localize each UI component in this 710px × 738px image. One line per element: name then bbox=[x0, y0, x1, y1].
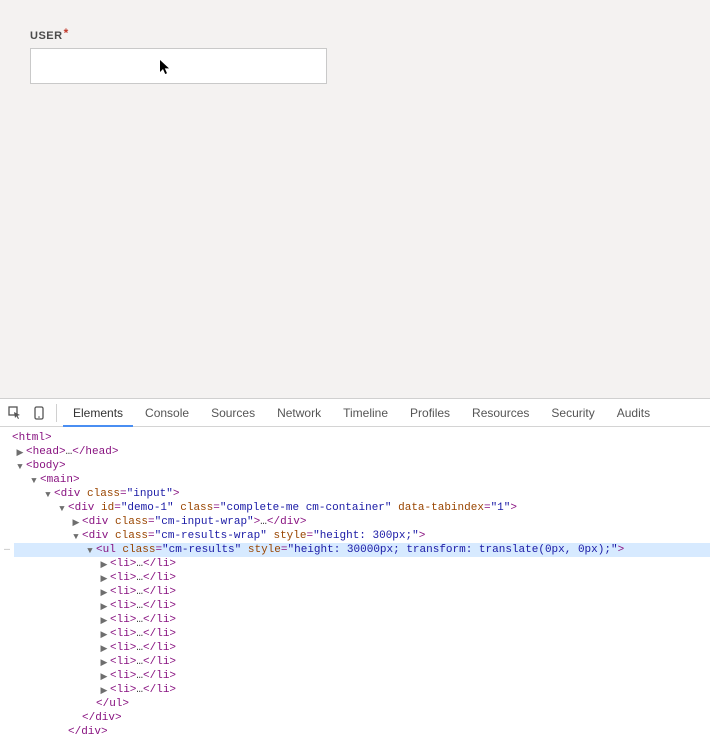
disclosure-triangle-icon[interactable]: ▶ bbox=[99, 642, 109, 656]
tab-network[interactable]: Network bbox=[267, 399, 331, 427]
user-label-text: USER bbox=[30, 30, 63, 42]
devtools-toolbar: ElementsConsoleSourcesNetworkTimelinePro… bbox=[0, 399, 710, 427]
elements-tree[interactable]: <html> ▶<head>…</head> ▼<body> ▼<main> ▼… bbox=[0, 427, 710, 738]
disclosure-triangle-icon[interactable]: ▼ bbox=[29, 474, 39, 488]
dom-node[interactable]: <div id="demo-1" class="complete-me cm-c… bbox=[68, 502, 517, 514]
disclosure-triangle-icon[interactable]: ▶ bbox=[99, 586, 109, 600]
tab-audits[interactable]: Audits bbox=[607, 399, 660, 427]
dom-node[interactable]: <main> bbox=[40, 474, 80, 486]
disclosure-triangle-icon[interactable]: ▶ bbox=[99, 572, 109, 586]
dom-node[interactable]: </div> bbox=[68, 726, 108, 738]
dom-node[interactable]: </div> bbox=[82, 712, 122, 724]
user-label: USER* bbox=[30, 28, 68, 42]
dom-node[interactable]: <html> bbox=[12, 432, 52, 444]
device-toolbar-icon[interactable] bbox=[28, 402, 50, 424]
tab-console[interactable]: Console bbox=[135, 399, 199, 427]
dom-node[interactable]: <li>…</li> bbox=[110, 670, 176, 682]
dom-node[interactable]: <li>…</li> bbox=[110, 614, 176, 626]
disclosure-triangle-icon[interactable]: ▶ bbox=[15, 446, 25, 460]
dom-node[interactable]: <ul class="cm-results" style="height: 30… bbox=[96, 544, 624, 556]
dom-node[interactable]: <div class="cm-input-wrap">…</div> bbox=[82, 516, 307, 528]
dom-node[interactable]: <div class="cm-results-wrap" style="heig… bbox=[82, 530, 425, 542]
disclosure-triangle-icon[interactable]: ▶ bbox=[99, 558, 109, 572]
dom-node[interactable]: <li>…</li> bbox=[110, 586, 176, 598]
dom-node[interactable]: <body> bbox=[26, 460, 66, 472]
disclosure-triangle-icon[interactable]: ▼ bbox=[71, 530, 81, 544]
tab-elements[interactable]: Elements bbox=[63, 399, 133, 427]
disclosure-triangle-icon[interactable]: ▼ bbox=[57, 502, 67, 516]
tab-sources[interactable]: Sources bbox=[201, 399, 265, 427]
disclosure-triangle-icon[interactable]: ▶ bbox=[71, 516, 81, 530]
disclosure-triangle-icon[interactable]: ▼ bbox=[43, 488, 53, 502]
tab-security[interactable]: Security bbox=[541, 399, 604, 427]
disclosure-triangle-icon[interactable]: ▶ bbox=[99, 614, 109, 628]
toolbar-divider bbox=[56, 404, 57, 422]
disclosure-triangle-icon[interactable]: ▶ bbox=[99, 670, 109, 684]
dom-node[interactable]: <li>…</li> bbox=[110, 572, 176, 584]
dom-node[interactable]: </ul> bbox=[96, 698, 129, 710]
breadcrumb-gutter: … bbox=[0, 543, 14, 557]
dom-node[interactable]: <li>…</li> bbox=[110, 600, 176, 612]
required-asterisk: * bbox=[64, 26, 69, 40]
dom-node[interactable]: <li>…</li> bbox=[110, 684, 176, 696]
user-input[interactable] bbox=[30, 48, 327, 84]
app-content: USER* bbox=[0, 0, 710, 398]
tab-timeline[interactable]: Timeline bbox=[333, 399, 398, 427]
dom-node[interactable]: <li>…</li> bbox=[110, 558, 176, 570]
tab-resources[interactable]: Resources bbox=[462, 399, 539, 427]
dom-node[interactable]: <head> bbox=[26, 446, 66, 458]
disclosure-triangle-icon[interactable]: ▼ bbox=[85, 544, 95, 558]
disclosure-triangle-icon[interactable]: ▼ bbox=[15, 460, 25, 474]
disclosure-triangle-icon[interactable]: ▶ bbox=[99, 684, 109, 698]
tab-profiles[interactable]: Profiles bbox=[400, 399, 460, 427]
disclosure-triangle-icon[interactable]: ▶ bbox=[99, 600, 109, 614]
dom-node[interactable]: <div class="input"> bbox=[54, 488, 179, 500]
inspect-element-icon[interactable] bbox=[4, 402, 26, 424]
dom-node[interactable]: <li>…</li> bbox=[110, 656, 176, 668]
dom-node[interactable]: <li>…</li> bbox=[110, 628, 176, 640]
disclosure-triangle-icon[interactable]: ▶ bbox=[99, 656, 109, 670]
devtools-panel: ElementsConsoleSourcesNetworkTimelinePro… bbox=[0, 398, 710, 738]
dom-node[interactable]: <li>…</li> bbox=[110, 642, 176, 654]
disclosure-triangle-icon[interactable]: ▶ bbox=[99, 628, 109, 642]
